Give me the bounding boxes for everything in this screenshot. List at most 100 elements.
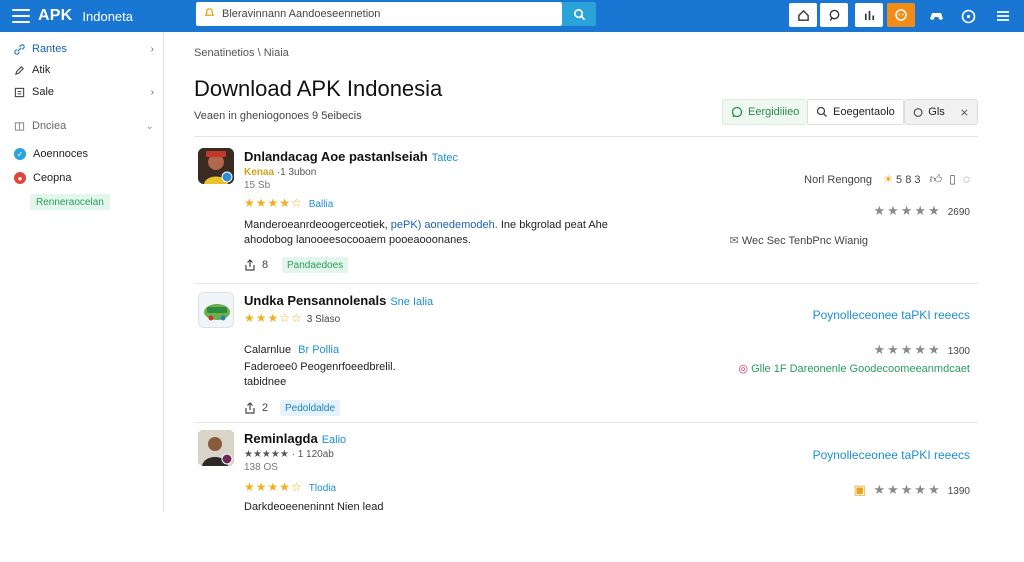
chat-icon	[829, 9, 839, 21]
search-box[interactable]	[196, 2, 562, 26]
right-note-text: Wec Sec TenbPnc Wianig	[741, 235, 868, 247]
sidebar-item-sale[interactable]: Sale ›	[14, 83, 154, 101]
sidebar-item-rantes[interactable]: Rantes ›	[14, 40, 154, 58]
app-name[interactable]: Undka Pensannolenals Sne Ialia	[244, 293, 433, 308]
brand-subtitle: Indoneta	[82, 8, 133, 24]
device-icon[interactable]: ▯	[949, 172, 956, 186]
right-label: Norl Rengong	[804, 174, 873, 186]
app-meta: Calarnlue Br Pollia	[244, 344, 339, 356]
right-value: 5 8 3	[896, 174, 921, 186]
app-icon[interactable]	[198, 148, 234, 184]
app-card[interactable]: Undka Pensannolenals Sne Ialia ★★★☆☆ 3 Sla…	[194, 292, 978, 424]
chevron-down-icon: ⌄	[145, 120, 154, 132]
divider	[194, 283, 978, 284]
chevron-right-icon: ›	[150, 86, 154, 98]
star-rating: ★★★★☆ Tlodia	[244, 480, 336, 494]
right-star-rating: ▣ ★★★★★ 1390	[854, 482, 970, 498]
app-card[interactable]: Dnlandacag Aoe pastanlseiah Tatec Kenaa ·…	[194, 148, 978, 280]
divider	[194, 136, 978, 137]
app-right-link[interactable]: Poynolleceonee taPKI reeecs	[813, 448, 970, 462]
divider	[194, 422, 978, 423]
sidebar-item-aoennoces[interactable]: ✓ Aoennoces	[14, 145, 154, 163]
app-meta: ★★★★★ · 1 120ab	[244, 449, 334, 460]
chip-label: Gls	[928, 106, 945, 118]
share-button[interactable]: 2	[244, 402, 268, 414]
sidebar-item-label: Ceopna	[33, 172, 72, 184]
chip-label: Eoegentaolo	[833, 106, 895, 118]
page-title: Download APK Indonesia	[194, 76, 443, 101]
app-name[interactable]: Dnlandacag Aoe pastanlseiah Tatec	[244, 149, 458, 164]
chat-icon	[731, 106, 743, 118]
top-bar: APK Indoneta	[0, 0, 1024, 32]
share-icon	[245, 259, 255, 271]
app-downloads: ·1 3ubon	[276, 167, 317, 178]
rating-count: 1390	[947, 486, 970, 497]
breadcrumb[interactable]: Senatinetios \ Niaia	[194, 47, 289, 59]
app-card[interactable]: Reminlagda Ealio ★★★★★ · 1 120ab 138 OS ★…	[194, 430, 978, 562]
search-input[interactable]	[222, 8, 542, 20]
check-icon: ✓	[14, 148, 26, 160]
app-right-note: ◎ Glle 1F Dareonenle Goodecoomeeanmdcaet	[738, 362, 970, 375]
game-button[interactable]	[925, 5, 947, 27]
sidebar-item-ceopna[interactable]: ● Ceopna	[14, 169, 154, 187]
sidebar-item-label: Atik	[32, 64, 51, 76]
page-subtitle: Veaen in gheniogonoes 9 5eibecis	[194, 110, 362, 122]
search-icon	[573, 8, 585, 20]
rating-count: 2690	[947, 207, 970, 218]
thumb-up-icon[interactable]: 👍︎	[930, 172, 943, 186]
app-badge[interactable]: Pandaedoes	[282, 257, 349, 273]
chip-label: Eergidiiieo	[748, 106, 800, 118]
sidebar-item-dnciea[interactable]: Dnciea ⌄	[14, 117, 154, 135]
app-description: Manderoeanrdeoogerceotiek, pePK) aonedem…	[244, 218, 644, 248]
android-button[interactable]	[887, 3, 915, 27]
comment-icon[interactable]: ◌	[963, 172, 970, 186]
search-button[interactable]	[562, 2, 596, 26]
help-button[interactable]	[957, 5, 979, 27]
rating-text: Ballia	[308, 199, 334, 210]
stats-button[interactable]	[855, 3, 883, 27]
stars: ★★★★☆	[244, 480, 303, 494]
help-icon	[961, 9, 975, 23]
app-tag: Ealio	[321, 434, 347, 446]
circle-icon	[913, 107, 923, 117]
right-star-rating: ★★★★★ 1300	[873, 342, 970, 358]
app-description: Darkdeoeeneninnt Nien lead	[244, 500, 644, 515]
app-icon[interactable]	[198, 292, 234, 328]
logo[interactable]: APK Indoneta	[12, 4, 133, 28]
app-name[interactable]: Reminlagda Ealio	[244, 431, 346, 446]
home-button[interactable]	[789, 3, 817, 27]
app-badge[interactable]: Pedoldalde	[280, 400, 341, 416]
desc-text: Faderoee0 Peogenrfoeedbrelil.	[244, 361, 396, 373]
rating-count: 3 Slaso	[306, 314, 341, 325]
stars: ★★★☆☆	[244, 311, 303, 325]
stars: ★★★★★	[873, 342, 942, 357]
share-button[interactable]: 8	[244, 259, 268, 271]
close-icon[interactable]: ⨯	[960, 106, 969, 119]
stars: ★★★★★	[873, 203, 942, 218]
search-chip[interactable]: Eoegentaolo	[807, 99, 904, 125]
sidebar-item-atik[interactable]: Atik	[14, 61, 154, 79]
app-size: 15 Sb	[244, 180, 271, 191]
brand-name: APK	[38, 7, 73, 24]
sidebar-badge[interactable]: Renneraocelan	[30, 194, 110, 210]
share-count: 2	[262, 402, 269, 414]
desc-text: tabidnee	[244, 376, 287, 388]
menu-icon[interactable]	[12, 9, 30, 23]
sun-icon: ☀	[883, 174, 893, 186]
view-toggle[interactable]: Gls ⨯	[904, 99, 978, 125]
star-rating: ★★★★☆ Ballia	[244, 196, 333, 210]
app-icon[interactable]	[198, 430, 234, 466]
desc-text: Manderoeanrdeoogerceotiek,	[244, 219, 388, 231]
share-count: 8	[262, 259, 269, 271]
app-size: 138 OS	[244, 462, 278, 473]
app-right-link[interactable]: Poynolleceonee taPKI reeecs	[813, 308, 970, 322]
gamepad-icon	[929, 13, 943, 20]
rating-text: Tlodia	[308, 483, 337, 494]
menu-more-button[interactable]	[992, 5, 1014, 27]
filter-chip-green[interactable]: Eergidiiieo	[722, 99, 809, 125]
sidebar-item-label: Rantes	[32, 43, 67, 55]
desc-text: Darkdeoeeneninnt Nien lead	[244, 501, 384, 513]
desc-text: ahodobog lanooeesocooaem pooeaooonanes.	[244, 234, 471, 246]
chat-button[interactable]	[820, 3, 848, 27]
app-right-meta: Norl Rengong ☀ 5 8 3 👍︎ ▯ ◌	[804, 172, 970, 187]
